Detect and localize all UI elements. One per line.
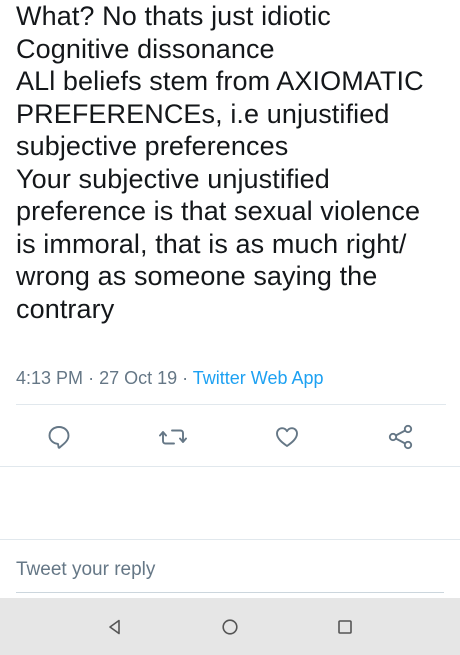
tweet-metadata: 4:13 PM · 27 Oct 19 · Twitter Web App	[16, 366, 324, 390]
meta-separator: ·	[182, 368, 193, 388]
divider	[0, 539, 460, 540]
tweet-text: What? No thats just idiotic Cognitive di…	[16, 0, 446, 325]
heart-icon	[276, 427, 298, 447]
tweet-text-line: subjective preferences	[16, 131, 289, 161]
tweet-source-link[interactable]: Twitter Web App	[193, 368, 324, 388]
share-button[interactable]	[384, 420, 418, 454]
system-navigation-bar	[0, 598, 460, 655]
reply-composer[interactable]: Tweet your reply	[16, 556, 444, 584]
tweet-text-line: wrong as someone saying the	[16, 261, 378, 291]
tweet-text-line: What? No thats just idiotic	[16, 1, 331, 31]
home-button[interactable]	[216, 613, 244, 641]
back-icon	[109, 619, 120, 635]
meta-separator: ·	[88, 368, 100, 388]
comment-icon	[48, 426, 70, 449]
home-icon	[222, 619, 238, 635]
reply-input-underline	[16, 592, 444, 593]
back-button[interactable]	[101, 613, 129, 641]
tweet-detail-screen: What? No thats just idiotic Cognitive di…	[0, 0, 460, 655]
recents-icon	[338, 620, 352, 634]
reply-input[interactable]: Tweet your reply	[16, 556, 444, 584]
reply-button[interactable]	[42, 420, 76, 454]
recents-button[interactable]	[331, 613, 359, 641]
retweet-button[interactable]	[156, 420, 190, 454]
divider	[0, 466, 460, 467]
tweet-text-line: Your subjective unjustified	[16, 163, 330, 194]
tweet-actions-bar	[0, 420, 460, 454]
share-icon	[388, 424, 413, 450]
tweet-text-line: ALl beliefs stem from AXIOMATIC	[16, 66, 424, 96]
tweet-time: 4:13 PM	[16, 368, 84, 388]
tweet-text-line: is immoral, that is as much right/	[16, 228, 407, 259]
like-button[interactable]	[270, 420, 304, 454]
tweet-text-line: Cognitive dissonance	[16, 33, 275, 64]
divider	[16, 404, 446, 405]
tweet-text-line: preference is that sexual violence	[16, 196, 421, 226]
tweet-text-line: PREFERENCEs, i.e unjustified	[16, 98, 390, 129]
tweet-text-line: contrary	[16, 293, 115, 324]
tweet-date: 27 Oct 19	[99, 368, 178, 388]
retweet-icon	[159, 429, 187, 445]
